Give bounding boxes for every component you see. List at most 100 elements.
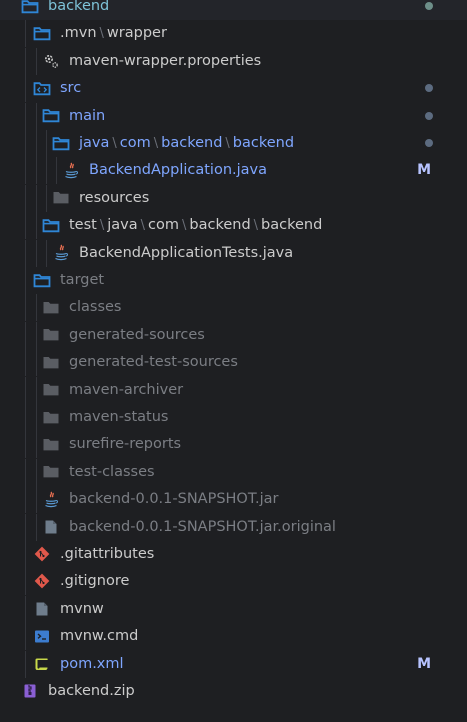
- path-separator: \: [112, 136, 117, 151]
- tree-item-segment: com: [119, 135, 151, 151]
- tree-item[interactable]: BackendApplicationTests.java: [0, 239, 467, 267]
- indent-guide: [36, 458, 37, 486]
- tree-item[interactable]: main: [0, 102, 467, 130]
- tree-item-segment: backend: [48, 0, 110, 14]
- tree-item-segment: mvnw: [60, 600, 104, 617]
- tree-item-label: mvnw.cmd: [60, 626, 138, 646]
- modified-badge: M: [417, 655, 431, 672]
- tree-item[interactable]: generated-sources: [0, 321, 467, 349]
- tree-item-segment: java: [79, 135, 110, 151]
- tree-item[interactable]: test \ java \ com \ backend \ backend: [0, 212, 467, 240]
- tree-item-label: .gitattributes: [60, 544, 154, 564]
- tree-item-segment: .gitattributes: [60, 546, 155, 562]
- tree-item-segment: backend-0.0.1-SNAPSHOT.jar: [69, 491, 279, 508]
- indent-guide: [25, 623, 26, 651]
- folder-closed-icon: [42, 409, 60, 425]
- tree-item[interactable]: generated-test-sources: [0, 349, 467, 377]
- tree-item[interactable]: maven-status: [0, 404, 467, 431]
- tree-item[interactable]: pom.xml M: [0, 650, 467, 678]
- folder-open-icon: [21, 0, 39, 14]
- indent-guide: [36, 157, 37, 185]
- tree-item[interactable]: BackendApplication.java M: [0, 157, 467, 185]
- folder-open-icon: [33, 272, 51, 288]
- java-icon: [52, 244, 70, 261]
- tree-item-label: backend.zip: [48, 681, 135, 701]
- tree-item-segment: classes: [69, 299, 122, 316]
- file-icon: [33, 601, 51, 617]
- indent-guide: [25, 650, 26, 678]
- tree-item-segment: BackendApplication.java: [89, 162, 268, 179]
- tree-item-label: java \ com \ backend \ backend: [79, 133, 294, 154]
- indent-guide: [46, 239, 47, 267]
- tree-item[interactable]: mvnw: [0, 595, 467, 623]
- indent-guide: [36, 349, 37, 377]
- tree-item[interactable]: surefire-reports: [0, 431, 467, 459]
- tree-item-label: BackendApplicationTests.java: [79, 243, 293, 263]
- git-icon: [33, 546, 51, 562]
- tree-item-segment: pom.xml: [60, 655, 124, 672]
- tree-item[interactable]: backend-0.0.1-SNAPSHOT.jar.original: [0, 513, 467, 541]
- tree-item-segment: backend.zip: [48, 683, 135, 699]
- status-dot: [425, 111, 433, 120]
- tree-item[interactable]: .gitignore: [0, 568, 467, 596]
- indent-guide: [46, 130, 47, 157]
- status-dot: [425, 84, 433, 93]
- tree-item-segment: wrapper: [106, 25, 167, 42]
- tree-item[interactable]: test-classes: [0, 458, 467, 486]
- tree-item-segment: com: [148, 217, 179, 234]
- indent-guide: [25, 239, 26, 267]
- folder-open-icon: [33, 25, 51, 41]
- tree-item-segment: mvnw.cmd: [60, 628, 139, 645]
- tree-item-segment: .gitignore: [60, 573, 130, 590]
- modified-badge: M: [417, 162, 431, 179]
- tree-item-label: mvnw: [60, 599, 104, 619]
- tree-item[interactable]: classes: [0, 294, 467, 322]
- tree-item-segment: maven-wrapper.properties: [69, 52, 262, 69]
- indent-guide: [25, 20, 26, 48]
- indent-guide: [25, 267, 26, 294]
- indent-guide: [25, 75, 26, 103]
- tree-item[interactable]: resources: [0, 184, 467, 212]
- tree-item-segment: maven-archiver: [69, 381, 184, 398]
- src-folder-open-icon: [33, 80, 51, 96]
- folder-closed-icon: [42, 299, 60, 315]
- indent-guide: [36, 486, 37, 514]
- tree-item-label: maven-status: [69, 407, 169, 427]
- indent-guide: [25, 47, 26, 75]
- indent-guide: [25, 294, 26, 322]
- tree-item[interactable]: .mvn \ wrapper: [0, 20, 467, 48]
- tree-item[interactable]: java \ com \ backend \ backend: [0, 130, 467, 157]
- tree-item-segment: src: [60, 80, 82, 97]
- tree-item[interactable]: target: [0, 267, 467, 294]
- tree-item-segment: .mvn: [60, 25, 97, 42]
- tree-item-label: resources: [79, 188, 149, 208]
- tree-item-label: backend: [48, 0, 109, 16]
- indent-guide: [25, 130, 26, 157]
- folder-open-icon: [42, 217, 60, 233]
- indent-guide: [46, 157, 47, 185]
- tree-item-label: src: [60, 78, 81, 98]
- tree-item[interactable]: src: [0, 75, 467, 103]
- tree-item-segment: backend: [261, 217, 323, 234]
- tree-item-label: BackendApplication.java: [89, 160, 267, 180]
- tree-item-segment: backend: [232, 135, 295, 151]
- tree-item-segment: java: [107, 217, 138, 234]
- folder-open-icon: [52, 135, 70, 151]
- tree-item[interactable]: .gitattributes: [0, 541, 467, 568]
- tree-item-segment: surefire-reports: [69, 436, 182, 453]
- tree-item[interactable]: backend: [0, 0, 467, 20]
- folder-closed-icon: [42, 382, 60, 398]
- terminal-icon: [33, 628, 51, 644]
- tree-item-segment: backend: [189, 217, 251, 234]
- tree-item[interactable]: maven-wrapper.properties: [0, 47, 467, 75]
- path-separator: \: [225, 136, 230, 151]
- tree-item[interactable]: mvnw.cmd: [0, 623, 467, 651]
- tree-item[interactable]: backend-0.0.1-SNAPSHOT.jar: [0, 486, 467, 514]
- tree-item[interactable]: maven-archiver: [0, 376, 467, 404]
- indent-guide: [36, 102, 37, 130]
- indent-guide: [25, 376, 26, 404]
- tree-item[interactable]: backend.zip: [0, 678, 467, 705]
- indent-guide: [36, 47, 37, 75]
- tree-item-segment: BackendApplicationTests.java: [79, 244, 294, 261]
- indent-guide: [25, 349, 26, 377]
